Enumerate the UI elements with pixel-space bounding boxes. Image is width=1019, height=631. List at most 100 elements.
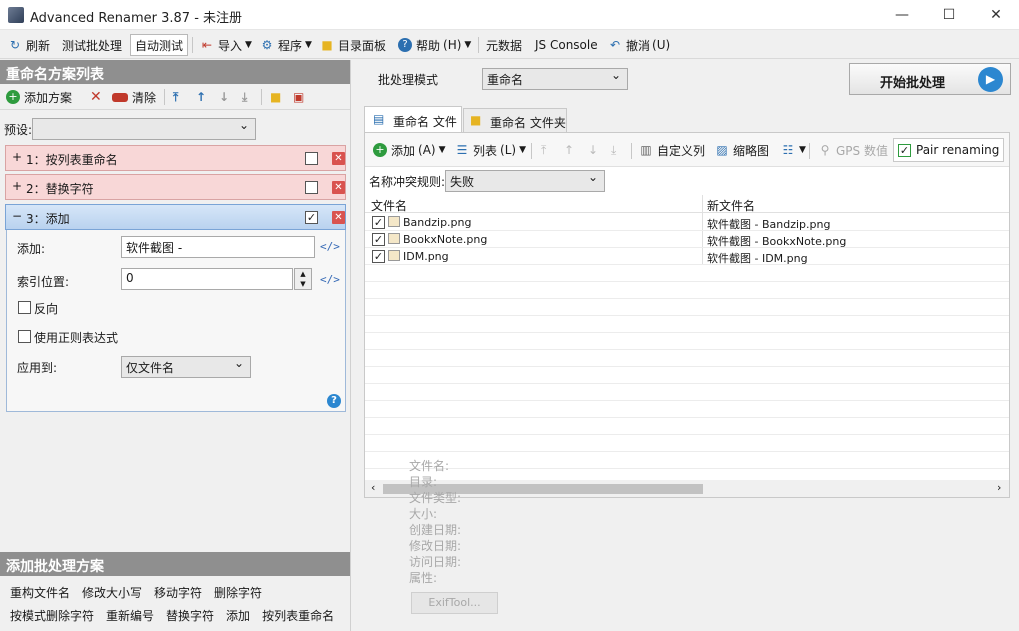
method-link[interactable]: 重构文件名 [10,584,70,601]
method-link[interactable]: 添加 [226,607,250,624]
scroll-left-icon[interactable]: ‹ [371,481,375,494]
table-row[interactable]: BookxNote.png 软件截图 - BookxNote.png [365,231,1009,248]
conflict-rule-select[interactable]: 失败 [445,170,605,192]
horizontal-scrollbar[interactable]: ‹ › [365,480,1009,497]
add-files-menu[interactable]: + 添加 (A) ▼ [369,139,450,161]
index-input[interactable]: 0 [121,268,293,290]
refresh-icon: ↻ [9,38,21,52]
minimize-button[interactable]: — [879,0,925,30]
reverse-checkbox[interactable] [18,301,31,314]
gps-button[interactable]: ⚲ GPS 数值 [814,139,892,161]
auto-test-button[interactable]: 自动测试 [130,34,189,56]
metadata-button[interactable]: 元数据 [482,34,526,56]
add-text-input[interactable]: 软件截图 - [121,236,315,258]
preset-select[interactable] [32,118,256,140]
right-panel: 批处理模式 重命名 开始批处理 ▶ ▤ 重命名 文件 ■ 重命名 文件夹 + 添加… [362,60,1019,631]
pair-checkbox [898,143,911,157]
method-link[interactable]: 删除字符 [214,584,262,601]
column-new-filename[interactable]: 新文件名 [707,197,755,214]
refresh-button[interactable]: ↻ 刷新 [4,34,54,56]
image-icon: ▨ [716,143,728,157]
js-console-button[interactable]: JS Console [531,34,602,56]
table-row[interactable]: IDM.png 软件截图 - IDM.png [365,248,1009,265]
move-up-icon[interactable]: ↑ [192,86,210,108]
move-bottom-icon[interactable]: ⤓ [238,86,251,108]
tab-rename-files[interactable]: ▤ 重命名 文件 [364,106,462,132]
method-checkbox[interactable] [305,211,318,224]
gps-label: GPS 数值 [836,143,888,158]
method-item[interactable]: + 2：替换字符 ✕ [5,174,346,200]
method-link[interactable]: 重新编号 [106,607,154,624]
method-item[interactable]: + 1：按列表重命名 ✕ [5,145,346,171]
start-batch-button[interactable]: 开始批处理 ▶ [849,63,1011,95]
view-menu[interactable]: ☷ ▼ [777,139,810,161]
method-link[interactable]: 替换字符 [166,607,214,624]
info-accessed-label: 访问日期: [409,555,462,569]
maximize-button[interactable]: ☐ [926,0,972,30]
collapse-toggle[interactable]: − [12,209,22,223]
help-menu[interactable]: ? 帮助 (H) ▼ [394,34,475,56]
code-icon[interactable]: </> [320,240,340,253]
exiftool-button[interactable]: ExifTool... [411,592,498,614]
move-down-icon[interactable]: ↓ [584,139,602,161]
method-checkbox[interactable] [305,152,318,165]
open-folder-icon[interactable]: ■ [266,86,285,108]
undo-button[interactable]: ↶ 撤消 (U) [604,34,674,56]
list-key: (L) [500,143,517,157]
move-bottom-icon[interactable]: ⤓ [607,139,620,161]
method-link[interactable]: 修改大小写 [82,584,142,601]
info-modified-label: 修改日期: [409,539,462,553]
add-method-button[interactable]: + 添加方案 [2,86,76,108]
folder-icon: ■ [470,113,482,127]
remove-method-icon[interactable]: ✕ [332,152,345,165]
method-checkbox[interactable] [305,181,318,194]
new-file-name: 软件截图 - IDM.png [707,252,808,265]
apply-to-select[interactable]: 仅文件名 [121,356,251,378]
close-button[interactable]: ✕ [973,0,1019,30]
move-top-icon[interactable]: ⤒ [169,86,182,108]
save-icon[interactable]: ▣ [289,86,308,108]
pair-renaming-toggle[interactable]: Pair renaming [893,138,1005,162]
code-icon[interactable]: </> [320,273,340,286]
expand-toggle[interactable]: + [12,150,22,164]
method-item-selected[interactable]: − 3：添加 ✕ [5,204,346,230]
regex-checkbox[interactable] [18,330,31,343]
add-icon: + [6,90,20,104]
help-icon[interactable]: ? [327,394,341,408]
row-checkbox[interactable] [372,233,385,246]
list-icon: ☰ [456,143,468,157]
tab-label: 重命名 文件 [393,115,457,129]
thumbnails-button[interactable]: ▨ 缩略图 [711,139,773,161]
clear-button[interactable]: 清除 [108,86,160,108]
new-file-name: 软件截图 - BookxNote.png [707,235,847,248]
table-row[interactable]: Bandzip.png 软件截图 - Bandzip.png [365,214,1009,231]
remove-method-icon[interactable]: ✕ [332,211,345,224]
remove-method-icon[interactable]: ✕ [332,181,345,194]
dir-panel-button[interactable]: ■ 目录面板 [316,34,390,56]
test-batch-button[interactable]: 测试批处理 [58,34,126,56]
row-checkbox[interactable] [372,250,385,263]
column-filename[interactable]: 文件名 [371,197,407,214]
tab-rename-folders[interactable]: ■ 重命名 文件夹 [463,108,567,132]
row-checkbox[interactable] [372,216,385,229]
expand-toggle[interactable]: + [12,179,22,193]
custom-columns-button[interactable]: ▥ 自定义列 [635,139,709,161]
scroll-right-icon[interactable]: › [997,481,1001,494]
method-link[interactable]: 按模式删除字符 [10,607,94,624]
info-attributes-label: 属性: [409,571,438,585]
apply-to-label: 应用到: [17,361,58,375]
file-icon: ▤ [373,112,385,126]
move-top-icon[interactable]: ⤒ [537,139,550,161]
index-stepper[interactable]: ▲ ▼ [294,268,312,290]
move-up-icon[interactable]: ↑ [560,139,578,161]
method-link[interactable]: 移动字符 [154,584,202,601]
import-menu[interactable]: ⇤ 导入 ▼ [196,34,256,56]
method-link[interactable]: 按列表重命名 [262,607,334,624]
batch-mode-select[interactable]: 重命名 [482,68,628,90]
add-files-label: 添加 [391,143,416,158]
move-down-icon[interactable]: ↓ [215,86,233,108]
view-icon: ☷ [782,143,794,157]
program-menu[interactable]: ⚙ 程序 ▼ [256,34,316,56]
delete-icon[interactable]: ✕ [86,86,106,108]
list-menu[interactable]: ☰ 列表 (L) ▼ [451,139,530,161]
